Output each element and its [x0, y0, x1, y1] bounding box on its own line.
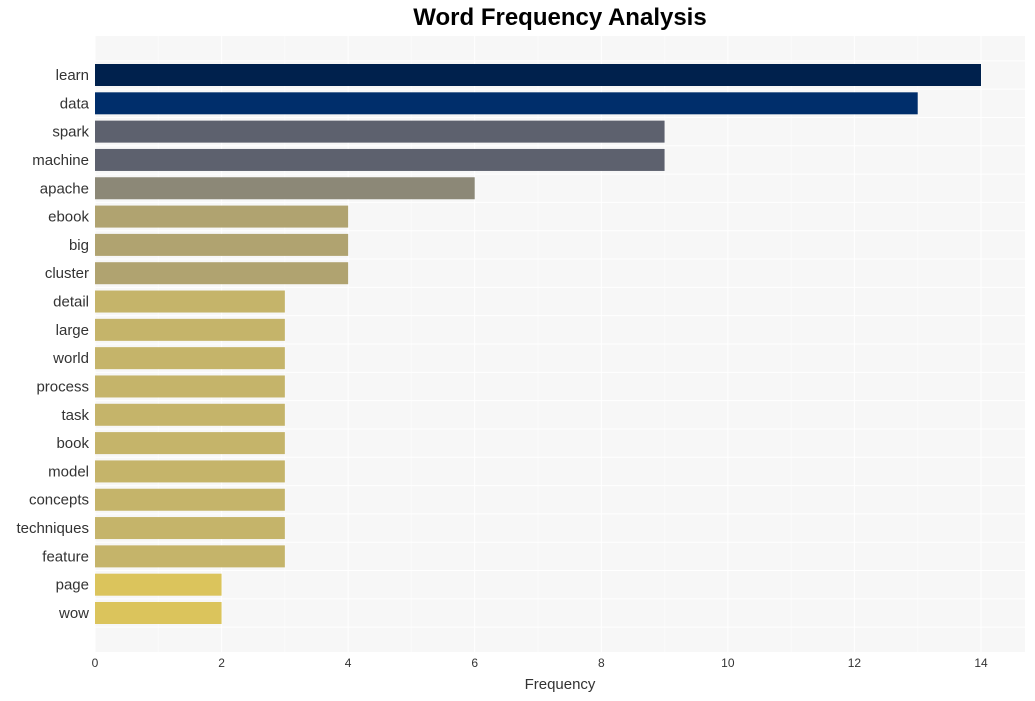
y-tick-label: data — [60, 95, 90, 112]
y-tick-label: apache — [40, 180, 89, 197]
x-tick-label: 6 — [471, 656, 478, 670]
x-tick-label: 14 — [974, 656, 988, 670]
bar-page — [95, 573, 222, 596]
x-tick-label: 2 — [218, 656, 225, 670]
y-tick-label: large — [56, 322, 89, 339]
x-tick-label: 12 — [848, 656, 862, 670]
y-tick-label: machine — [32, 152, 89, 169]
bar-apache — [95, 177, 475, 200]
bar-concepts — [95, 488, 285, 511]
x-tick-label: 0 — [92, 656, 99, 670]
bar-machine — [95, 148, 665, 171]
bar-learn — [95, 64, 981, 86]
y-tick-label: cluster — [45, 265, 89, 282]
bar-large — [95, 318, 285, 341]
bar-world — [95, 347, 285, 370]
y-tick-label: concepts — [29, 492, 89, 509]
bar-model — [95, 460, 285, 483]
y-tick-label: big — [69, 237, 89, 254]
bar-chart: learn data spark machine apache ebook big clust… — [16, 36, 1025, 693]
bar-spark — [95, 120, 665, 143]
x-axis-label: Frequency — [525, 676, 596, 693]
y-tick-label: book — [56, 435, 89, 452]
y-tick-label: process — [36, 378, 89, 395]
bar-techniques — [95, 517, 285, 540]
bar-process — [95, 375, 285, 398]
y-tick-label: task — [61, 407, 89, 424]
bar-detail — [95, 290, 285, 313]
bar-data — [95, 92, 918, 115]
x-tick-label: 10 — [721, 656, 735, 670]
bar-ebook — [95, 205, 349, 228]
bar-big — [95, 233, 349, 256]
y-tick-label: world — [52, 350, 89, 367]
y-tick-label: ebook — [48, 209, 89, 226]
y-tick-label: detail — [53, 294, 89, 311]
y-tick-label: model — [48, 463, 89, 480]
y-tick-label: learn — [56, 67, 89, 84]
x-tick-label: 4 — [345, 656, 352, 670]
y-tick-label: techniques — [16, 520, 89, 537]
bar-book — [95, 432, 285, 455]
bar-wow — [95, 602, 222, 624]
bar-feature — [95, 545, 285, 568]
y-tick-label: spark — [52, 124, 89, 141]
x-tick-label: 8 — [598, 656, 605, 670]
bar-cluster — [95, 262, 349, 285]
y-tick-label: feature — [42, 548, 89, 565]
y-tick-label: page — [56, 577, 89, 594]
y-tick-label: wow — [58, 605, 89, 622]
bar-task — [95, 403, 285, 426]
